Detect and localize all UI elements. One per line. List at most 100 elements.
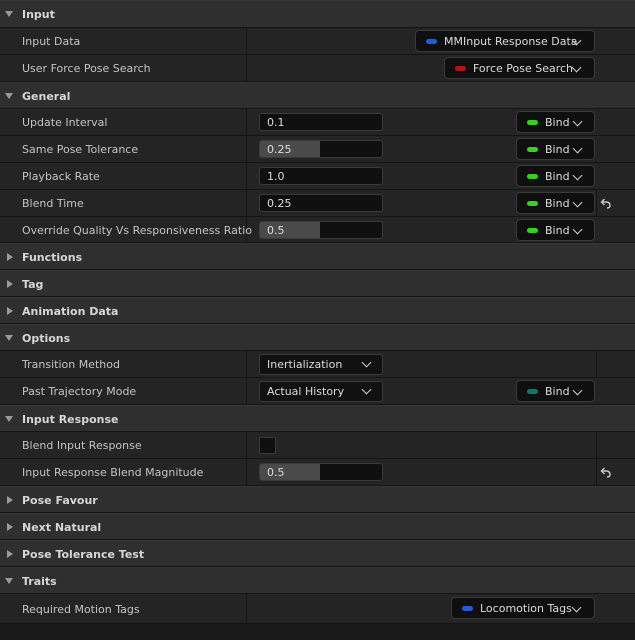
combo-value: Actual History xyxy=(267,385,345,398)
bind-button[interactable]: Bind xyxy=(516,111,595,133)
property-blend-input-response: Blend Input Response xyxy=(0,432,635,459)
category-label: Functions xyxy=(22,251,83,264)
blend-input-response-checkbox[interactable] xyxy=(259,437,276,454)
chevron-down-icon xyxy=(572,143,583,154)
combo-value: Inertialization xyxy=(267,358,343,371)
update-interval-input[interactable]: 0.1 xyxy=(259,113,383,131)
bind-pill-icon xyxy=(527,120,538,125)
bind-label: Bind xyxy=(545,224,570,237)
property-input-data: Input Data MMInput Response Data xyxy=(0,28,635,55)
category-label: Options xyxy=(22,332,71,345)
blend-time-input[interactable]: 0.25 xyxy=(259,194,383,212)
expand-arrow-icon[interactable] xyxy=(5,416,13,422)
bind-pill-icon xyxy=(527,228,538,233)
category-options[interactable]: Options xyxy=(0,324,635,351)
override-quality-slider[interactable]: 0.5 xyxy=(259,221,383,239)
category-label: Tag xyxy=(22,278,44,291)
category-input[interactable]: Input xyxy=(0,0,635,28)
property-label: Update Interval xyxy=(22,116,108,129)
bind-pill-icon xyxy=(527,174,538,179)
collapse-arrow-icon[interactable] xyxy=(7,550,13,558)
input-value: 0.25 xyxy=(267,143,292,156)
past-trajectory-mode-combo[interactable]: Actual History xyxy=(259,381,383,402)
collapse-arrow-icon[interactable] xyxy=(7,280,13,288)
property-label: Same Pose Tolerance xyxy=(22,143,139,156)
property-required-motion-tags: Required Motion Tags Locomotion Tags xyxy=(0,594,635,624)
expand-arrow-icon[interactable] xyxy=(5,578,13,584)
property-label: Input Data xyxy=(22,35,81,48)
bind-button[interactable]: Bind xyxy=(516,219,595,241)
category-label: Pose Favour xyxy=(22,494,98,507)
playback-rate-input[interactable]: 1.0 xyxy=(259,167,383,185)
collapse-arrow-icon[interactable] xyxy=(7,307,13,315)
collapse-arrow-icon[interactable] xyxy=(7,523,13,531)
transition-method-combo[interactable]: Inertialization xyxy=(259,354,383,375)
property-label: Playback Rate xyxy=(22,170,100,183)
expand-arrow-icon[interactable] xyxy=(5,93,13,99)
property-label: Required Motion Tags xyxy=(22,603,140,616)
chevron-down-icon xyxy=(571,62,582,73)
bind-button[interactable]: Bind xyxy=(516,380,595,402)
property-label: Override Quality Vs Responsiveness Ratio xyxy=(22,224,252,237)
input-value: 0.25 xyxy=(267,197,292,210)
bind-button[interactable]: Bind xyxy=(516,165,595,187)
chevron-down-icon xyxy=(572,116,583,127)
dropdown-value: MMInput Response Data xyxy=(444,35,578,48)
expand-arrow-icon[interactable] xyxy=(5,335,13,341)
chevron-down-icon xyxy=(572,385,583,396)
chevron-down-icon xyxy=(572,170,583,181)
bind-label: Bind xyxy=(545,116,570,129)
category-tag[interactable]: Tag xyxy=(0,270,635,297)
category-pose-tolerance-test[interactable]: Pose Tolerance Test xyxy=(0,540,635,567)
property-label: Past Trajectory Mode xyxy=(22,385,137,398)
bind-label: Bind xyxy=(545,197,570,210)
input-data-asset-dropdown[interactable]: MMInput Response Data xyxy=(415,30,595,52)
bind-button[interactable]: Bind xyxy=(516,192,595,214)
input-value: 1.0 xyxy=(267,170,285,183)
reset-to-default-icon[interactable] xyxy=(599,196,613,210)
input-value: 0.5 xyxy=(267,466,285,479)
reset-to-default-icon[interactable] xyxy=(599,465,613,479)
expand-arrow-icon[interactable] xyxy=(5,11,13,17)
category-label: Input Response xyxy=(22,413,119,426)
chevron-down-icon xyxy=(361,357,372,368)
dropdown-value: Locomotion Tags xyxy=(480,602,572,615)
category-input-response[interactable]: Input Response xyxy=(0,405,635,432)
property-same-pose-tolerance: Same Pose Tolerance 0.25 Bind xyxy=(0,136,635,163)
bind-label: Bind xyxy=(545,143,570,156)
collapse-arrow-icon[interactable] xyxy=(7,253,13,261)
category-label: Next Natural xyxy=(22,521,102,534)
user-force-pose-search-dropdown[interactable]: Force Pose Search xyxy=(444,57,595,79)
collapse-arrow-icon[interactable] xyxy=(7,496,13,504)
details-panel: Input Input Data MMInput Response Data U… xyxy=(0,0,635,640)
property-label: Blend Time xyxy=(22,197,84,210)
property-past-trajectory-mode: Past Trajectory Mode Actual History Bind xyxy=(0,378,635,405)
bind-pill-icon xyxy=(527,147,538,152)
bind-button[interactable]: Bind xyxy=(516,138,595,160)
category-animation-data[interactable]: Animation Data xyxy=(0,297,635,324)
property-user-force-pose-search: User Force Pose Search Force Pose Search xyxy=(0,55,635,82)
bind-label: Bind xyxy=(545,385,570,398)
category-traits[interactable]: Traits xyxy=(0,567,635,594)
dropdown-value: Force Pose Search xyxy=(473,62,574,75)
property-blend-time: Blend Time 0.25 Bind xyxy=(0,190,635,217)
chevron-down-icon xyxy=(572,197,583,208)
category-label: Input xyxy=(22,8,55,21)
bind-pill-icon xyxy=(527,389,538,394)
property-label: User Force Pose Search xyxy=(22,62,151,75)
category-general[interactable]: General xyxy=(0,82,635,109)
category-pose-favour[interactable]: Pose Favour xyxy=(0,486,635,513)
same-pose-tolerance-slider[interactable]: 0.25 xyxy=(259,140,383,158)
type-pill-icon xyxy=(426,39,437,44)
category-next-natural[interactable]: Next Natural xyxy=(0,513,635,540)
category-label: Animation Data xyxy=(22,305,119,318)
chevron-down-icon xyxy=(572,224,583,235)
category-functions[interactable]: Functions xyxy=(0,243,635,270)
category-label: Traits xyxy=(22,575,57,588)
property-input-response-blend-magnitude: Input Response Blend Magnitude 0.5 xyxy=(0,459,635,486)
property-label: Transition Method xyxy=(22,358,120,371)
required-motion-tags-dropdown[interactable]: Locomotion Tags xyxy=(451,597,595,619)
property-playback-rate: Playback Rate 1.0 Bind xyxy=(0,163,635,190)
blend-magnitude-slider[interactable]: 0.5 xyxy=(259,463,383,481)
property-update-interval: Update Interval 0.1 Bind xyxy=(0,109,635,136)
